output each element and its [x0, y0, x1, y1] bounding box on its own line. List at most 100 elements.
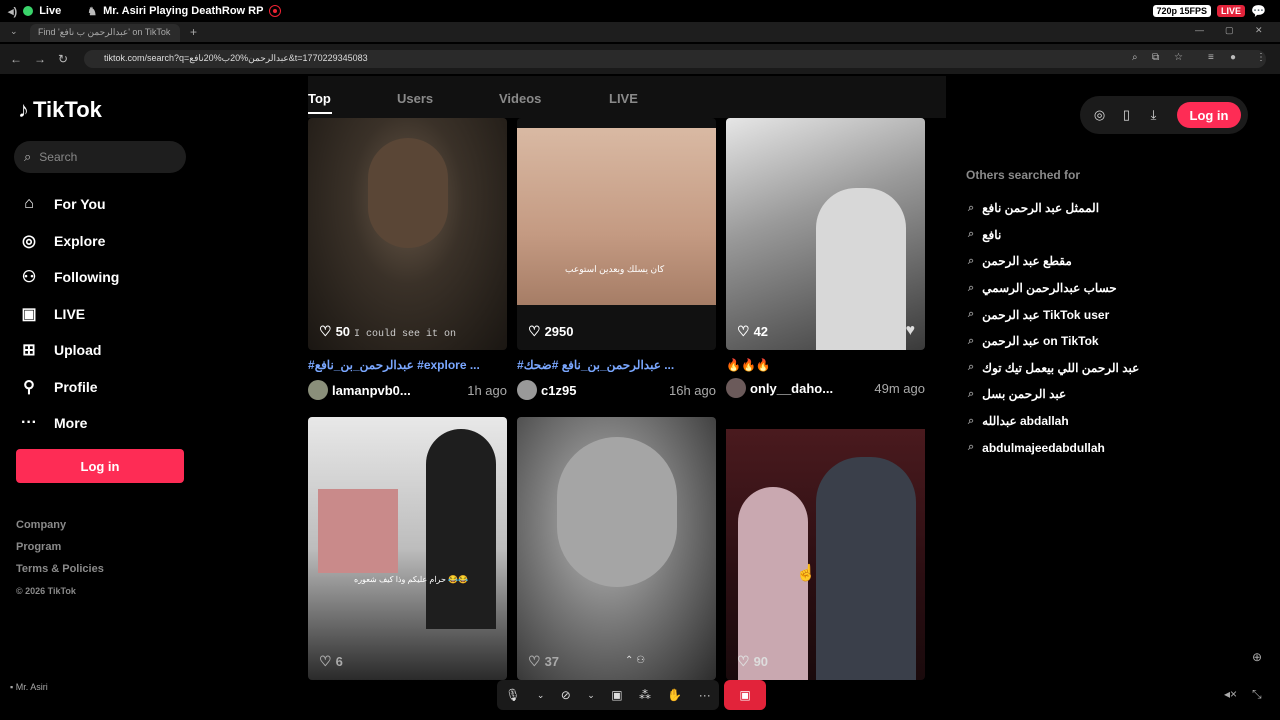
nav-label: LIVE [54, 305, 86, 322]
screen-share-icon[interactable]: ▣ [611, 688, 622, 702]
like-count: ♡ 42 [737, 323, 768, 340]
audio-icon: ◂) [8, 5, 18, 18]
tab-top[interactable]: Top [308, 91, 332, 114]
browser-tab[interactable]: Find 'عبدالرحمن ب نافع' on TikTok [30, 24, 180, 42]
zoom-icon[interactable]: ⌕ [1132, 52, 1138, 63]
avatar[interactable] [308, 380, 328, 400]
exit-fullscreen-icon[interactable]: ⤡ [1252, 687, 1262, 702]
username[interactable]: only__daho... [750, 381, 833, 396]
tab-live[interactable]: LIVE [609, 91, 638, 106]
download-icon[interactable]: ⤓ [1140, 107, 1167, 123]
new-tab-icon[interactable]: + [190, 25, 197, 39]
close-window-icon[interactable]: ✕ [1255, 25, 1263, 36]
chevron-down-icon[interactable]: ⌄ [587, 690, 595, 701]
video-card[interactable]: حرام عليكم وذا كيف شعوره 😂😂 ♡ 6 [308, 417, 507, 680]
thumbnail-figure [426, 429, 496, 629]
camera-off-icon[interactable]: ⊘ [561, 688, 571, 702]
minimize-icon[interactable]: — [1195, 25, 1204, 35]
explore-compass-icon[interactable]: ◎ [1086, 107, 1113, 123]
post-time: 16h ago [669, 382, 716, 398]
nav-item-live[interactable]: ▣ LIVE [18, 296, 198, 333]
video-card[interactable]: ♥ ♡ 42 🔥🔥🔥 only__daho... 49m ago [726, 118, 925, 398]
video-thumbnail[interactable]: حرام عليكم وذا كيف شعوره 😂😂 ♡ 6 [308, 417, 507, 680]
mobile-app-icon[interactable]: ▯ [1113, 107, 1140, 123]
home-icon: ⌂ [24, 195, 34, 213]
footer-company-link[interactable]: Company [16, 517, 104, 539]
nav-item-upload[interactable]: ⊞ Upload [18, 332, 198, 369]
back-icon[interactable]: ← [10, 52, 22, 66]
soundboard-icon[interactable]: ✋ [667, 688, 682, 702]
footer-program-link[interactable]: Program [16, 539, 104, 561]
suggestion-item[interactable]: ⌕ حساب عبدالرحمن الرسمي [968, 275, 1139, 302]
suggestion-item[interactable]: ⌕ abdulmajeedabdullah [968, 434, 1139, 461]
install-icon[interactable]: ⧉ [1152, 52, 1159, 63]
suggestion-item[interactable]: ⌕ مقطع عبد الرحمن [968, 248, 1139, 275]
tab-videos[interactable]: Videos [499, 91, 541, 106]
suggestion-item[interactable]: ⌕ عبد الرحمن اللي بيعمل تيك توك [968, 355, 1139, 382]
nav-item-more[interactable]: ··· More [18, 405, 198, 442]
video-thumbnail[interactable]: ⌃ ⚇ ♡ 37 [517, 417, 716, 680]
search-icon: ⌕ [968, 254, 975, 267]
suggestion-item[interactable]: ⌕ عبدالله abdallah [968, 408, 1139, 435]
suggestion-text: مقطع عبد الرحمن [982, 254, 1072, 269]
video-thumbnail[interactable]: ♥ ♡ 42 [726, 118, 925, 350]
suggestion-item[interactable]: ⌕ عبد الرحمن TikTok user [968, 301, 1139, 328]
tiktok-logo[interactable]: ♪ TikTok [18, 97, 102, 123]
suggestion-item[interactable]: ⌕ الممثل عبد الرحمن نافع [968, 195, 1139, 222]
username[interactable]: c1z95 [541, 383, 576, 398]
sidebar-login-button[interactable]: Log in [16, 449, 184, 483]
reload-icon[interactable]: ↻ [58, 52, 68, 66]
mute-icon[interactable]: ◂× [1224, 687, 1237, 701]
nav-item-explore[interactable]: ◎ Explore [18, 223, 198, 260]
nav-label: Following [54, 269, 120, 286]
tab-users[interactable]: Users [397, 91, 433, 106]
url-field[interactable]: tiktok.com/search?q=عبدالرحمن%20ب%20نافع… [84, 50, 1266, 68]
video-caption[interactable]: 🔥🔥🔥 [726, 358, 925, 372]
microphone-icon[interactable]: 🎙 [505, 688, 520, 702]
header-login-button[interactable]: Log in [1177, 102, 1241, 128]
zoom-in-icon[interactable]: ⊕ [1252, 650, 1262, 664]
search-icon: ⌕ [968, 228, 975, 241]
video-card[interactable]: I could see it on ♡ 50 #عبدالرحمن_بن_ناف… [308, 118, 507, 400]
video-caption[interactable]: #عبدالرحمن_بن_نافع #explore ... [308, 358, 507, 372]
suggestion-item[interactable]: ⌕ نافع [968, 222, 1139, 249]
username[interactable]: lamanpvb0... [332, 383, 411, 398]
video-thumbnail[interactable]: I could see it on ♡ 50 [308, 118, 507, 350]
nav-item-following[interactable]: ⚇ Following [18, 259, 198, 296]
video-caption[interactable]: #عبدالرحمن_بن_نافع #ضحك ... [517, 358, 716, 372]
like-count: ♡ 37 [528, 653, 559, 670]
chevron-down-icon[interactable]: ⌄ [537, 690, 545, 701]
avatar[interactable] [726, 378, 746, 398]
video-card[interactable]: ☝ ♡ 90 [726, 417, 925, 680]
extensions-icon[interactable]: ≡ [1208, 52, 1214, 63]
search-input[interactable]: ⌕ Search [14, 141, 186, 173]
maximize-icon[interactable]: ▢ [1225, 25, 1234, 36]
video-card[interactable]: ⌃ ⚇ ♡ 37 [517, 417, 716, 680]
browser-tab-bar: ⌄ Find 'عبدالرحمن ب نافع' on TikTok + — … [0, 22, 1280, 42]
more-options-icon[interactable]: ··· [699, 688, 711, 702]
avatar[interactable] [517, 380, 537, 400]
forward-icon[interactable]: → [34, 52, 46, 66]
stop-stream-button[interactable]: ▣ [724, 680, 766, 710]
search-icon: ⌕ [968, 387, 975, 400]
more-icon: ··· [21, 414, 37, 432]
activities-icon[interactable]: ⁂ [639, 688, 651, 702]
tab-menu-icon[interactable]: ⌄ [10, 26, 18, 37]
video-thumbnail[interactable]: ☝ ♡ 90 [726, 417, 925, 680]
suggestion-item[interactable]: ⌕ عبد الرحمن on TikTok [968, 328, 1139, 355]
chat-icon[interactable]: 💬 [1251, 4, 1266, 18]
nav-item-for-you[interactable]: ⌂ For You [18, 186, 198, 223]
video-card[interactable]: كان يسلك وبعدين استوعب ♡ 2950 #عبدالرحمن… [517, 118, 716, 400]
profile-avatar-icon[interactable]: ● [1230, 52, 1236, 63]
footer-terms-link[interactable]: Terms & Policies [16, 561, 104, 583]
bookmark-icon[interactable]: ☆ [1174, 52, 1183, 63]
nav-item-profile[interactable]: ⚲ Profile [18, 369, 198, 406]
favorite-heart-icon[interactable]: ♥ [906, 322, 916, 340]
thumbnail-overlay-text: حرام عليكم وذا كيف شعوره 😂😂 [354, 575, 469, 584]
others-searched-list: ⌕ الممثل عبد الرحمن نافع ⌕ نافع ⌕ مقطع عبد … [968, 195, 1139, 461]
nav-label: Upload [54, 342, 102, 359]
nav-label: For You [54, 196, 106, 213]
menu-kebab-icon[interactable]: ⋮ [1256, 52, 1266, 63]
suggestion-item[interactable]: ⌕ عبد الرحمن بسل [968, 381, 1139, 408]
video-thumbnail[interactable]: كان يسلك وبعدين استوعب ♡ 2950 [517, 118, 716, 350]
